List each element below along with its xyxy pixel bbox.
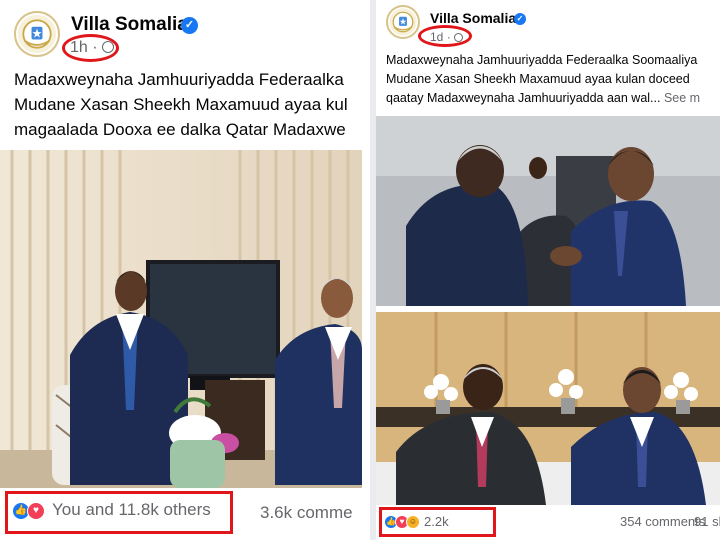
- verified-icon: ✓: [514, 13, 526, 25]
- reactions-highlight-box: [379, 507, 496, 537]
- page-avatar[interactable]: [14, 11, 60, 57]
- right-post-screenshot: Villa Somalia ✓ 1d · Madaxweynaha Jamhuu…: [376, 0, 720, 540]
- reactions-highlight-box: [5, 491, 233, 534]
- caption-line-3: qaatay Madaxweynaha Jamhuuriyadda aan wa…: [386, 91, 720, 105]
- seal-logo-icon: [389, 8, 417, 36]
- left-post-screenshot: Villa Somalia ✓ 1h · Madaxweynaha Jamhuu…: [0, 0, 370, 540]
- timestamp-highlight-ring: [62, 34, 119, 62]
- caption-line-1: Madaxweynaha Jamhuuriyadda Federaalka So…: [386, 53, 698, 67]
- seal-logo-icon: [17, 14, 57, 54]
- post-photo-bottom[interactable]: [376, 312, 720, 505]
- post-photo-top[interactable]: [376, 116, 720, 306]
- caption-line-2: Mudane Xasan Sheekh Maxamuud ayaa kulan …: [386, 72, 690, 86]
- caption-line-1: Madaxweynaha Jamhuuriyadda Federaalka: [14, 70, 344, 89]
- see-more-link[interactable]: See m: [664, 91, 700, 105]
- caption-line-3: magaalada Dooxa ee dalka Qatar Madaxwe: [14, 120, 346, 139]
- page-name[interactable]: Villa Somalia: [71, 14, 188, 36]
- verified-icon: ✓: [181, 17, 198, 34]
- shares-count[interactable]: 91 sl: [694, 514, 720, 529]
- post-photo[interactable]: [0, 150, 362, 488]
- page-name[interactable]: Villa Somalia: [430, 10, 516, 26]
- caption-line-3-text: qaatay Madaxweynaha Jamhuuriyadda aan wa…: [386, 91, 661, 105]
- comments-count[interactable]: 354 comments: [620, 514, 705, 529]
- page-avatar[interactable]: [386, 5, 420, 39]
- comments-count[interactable]: 3.6k comme: [260, 503, 353, 523]
- caption-line-2: Mudane Xasan Sheekh Maxamuud ayaa kul: [14, 95, 348, 114]
- timestamp-highlight-ring: [418, 25, 472, 47]
